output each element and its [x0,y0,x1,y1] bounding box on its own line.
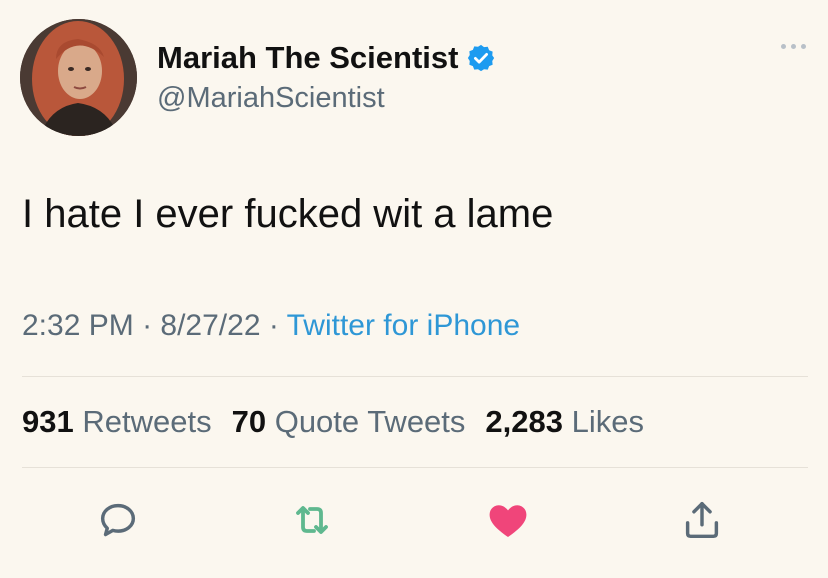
tweet-time[interactable]: 2:32 PM [22,309,134,342]
avatar-photo [20,19,137,136]
tweet-text: I hate I ever fucked wit a lame [22,192,554,236]
divider [22,376,808,377]
tweet-meta: 2:32 PM · 8/27/22 · Twitter for iPhone [22,309,520,343]
retweets-count: 931 [22,404,74,439]
meta-separator: · [133,309,161,342]
share-button[interactable] [674,492,730,548]
quote-tweets-label: Quote Tweets [274,404,466,439]
tweet-source-link[interactable]: Twitter for iPhone [287,309,520,342]
like-button[interactable] [480,492,536,548]
more-dot [781,44,786,49]
tweet-date[interactable]: 8/27/22 [160,309,260,342]
likes-count: 2,283 [485,404,563,439]
quote-tweets-count: 70 [231,404,267,439]
more-dot [801,44,806,49]
retweet-icon [296,506,328,534]
retweets-stat[interactable]: 931 Retweets [22,404,212,440]
more-options-icon[interactable] [781,44,806,49]
likes-label: Likes [571,404,644,439]
retweets-label: Retweets [82,404,212,439]
divider [22,467,808,468]
more-dot [791,44,796,49]
meta-separator: · [260,309,287,342]
verified-badge-icon [466,43,496,73]
avatar[interactable] [20,19,137,136]
reply-icon [100,503,136,537]
user-handle[interactable]: @MariahScientist [157,82,385,115]
share-icon [685,501,719,539]
quote-tweets-stat[interactable]: 70 Quote Tweets [232,404,466,440]
display-name[interactable]: Mariah The Scientist [157,40,496,76]
likes-stat[interactable]: 2,283 Likes [485,404,644,440]
tweet-stats: 931 Retweets 70 Quote Tweets 2,283 Likes [22,404,644,440]
reply-button[interactable] [90,492,146,548]
display-name-text: Mariah The Scientist [157,40,459,75]
action-bar [0,492,828,548]
heart-icon [489,505,527,537]
retweet-button[interactable] [284,492,340,548]
